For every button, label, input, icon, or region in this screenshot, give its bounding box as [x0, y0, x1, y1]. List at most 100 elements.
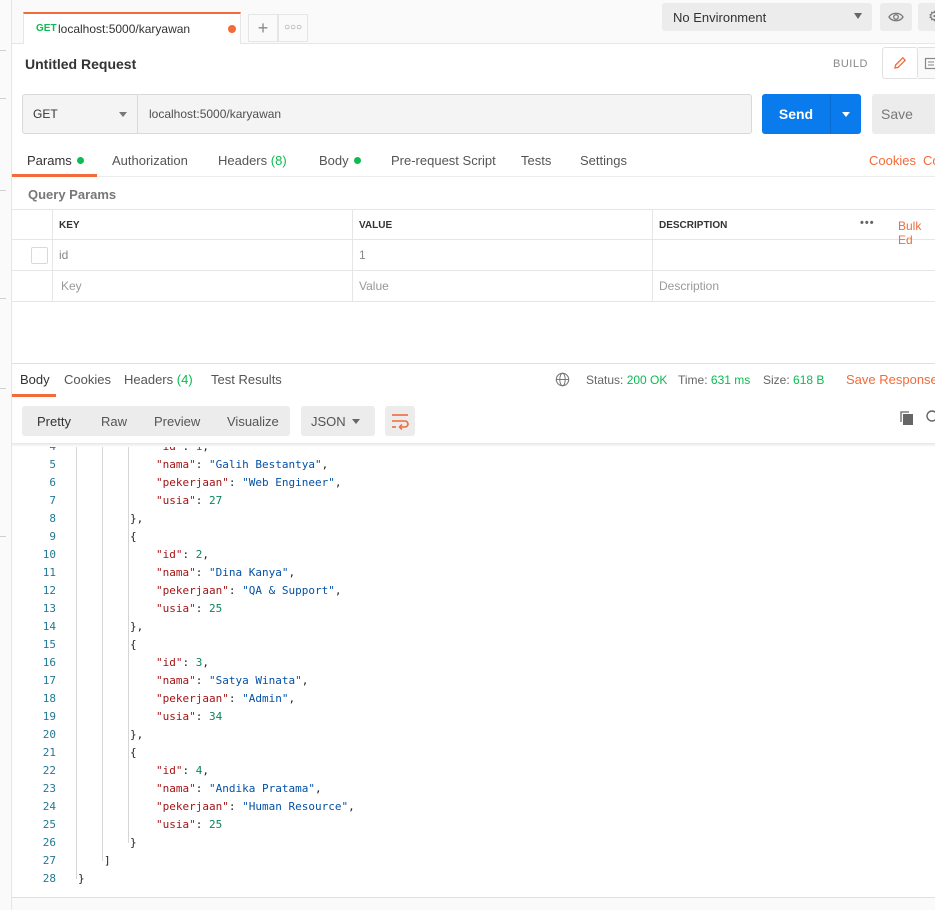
- view-visualize-button[interactable]: Visualize: [227, 414, 279, 429]
- json-string: "Galih Bestantya": [209, 458, 322, 471]
- time-value: 631 ms: [710, 373, 751, 387]
- param-enabled-checkbox[interactable]: [31, 247, 48, 264]
- json-key: "nama": [156, 566, 196, 579]
- json-punctuation: :: [195, 602, 209, 615]
- request-tab[interactable]: GET localhost:5000/karyawan: [23, 12, 241, 44]
- response-divider: [12, 363, 935, 364]
- view-preview-button[interactable]: Preview: [154, 414, 200, 429]
- response-size: Size: 618 B: [763, 373, 824, 387]
- code-text: "nama": "Andika Pratama",: [156, 780, 322, 798]
- code-text: },: [130, 618, 143, 636]
- line-number: 24: [42, 800, 56, 813]
- params-header-description: DESCRIPTION: [652, 210, 935, 241]
- line-number: 25: [42, 818, 56, 831]
- code-line: 4 "id": 1,: [12, 447, 935, 456]
- tab-body[interactable]: Body: [319, 153, 361, 168]
- response-tab-test-results[interactable]: Test Results: [211, 372, 282, 387]
- new-tab-button[interactable]: +: [248, 14, 278, 42]
- json-punctuation: :: [195, 674, 209, 687]
- json-punctuation: ,: [334, 476, 342, 489]
- json-key: "pekerjaan": [156, 476, 229, 489]
- param-key-placeholder[interactable]: Key: [52, 271, 353, 302]
- size-label: Size:: [763, 373, 790, 387]
- globe-icon[interactable]: [555, 372, 570, 387]
- edit-request-button[interactable]: [882, 47, 918, 79]
- environment-select[interactable]: No Environment: [662, 3, 872, 31]
- send-options-chevron-icon[interactable]: [842, 112, 850, 117]
- code-text: "pekerjaan": "Human Resource",: [156, 798, 355, 816]
- build-mode-label: BUILD: [833, 58, 868, 70]
- cookies-link[interactable]: Cookies: [869, 153, 916, 168]
- json-punctuation: }: [130, 836, 137, 849]
- search-icon[interactable]: [925, 410, 935, 426]
- line-number: 12: [42, 584, 56, 597]
- param-key-cell[interactable]: id: [52, 240, 353, 271]
- param-value-cell[interactable]: 1: [352, 240, 652, 271]
- json-punctuation: :: [195, 566, 209, 579]
- wrap-lines-button[interactable]: [385, 406, 415, 436]
- save-button[interactable]: Save: [872, 94, 935, 134]
- send-button[interactable]: Send: [762, 94, 861, 134]
- tab-prerequest-label: Pre-request Script: [391, 153, 496, 168]
- line-number: 18: [42, 692, 56, 705]
- view-raw-button[interactable]: Raw: [101, 414, 127, 429]
- strip-divider: [0, 388, 6, 389]
- code-text: }: [130, 834, 137, 852]
- code-text: "usia": 27: [156, 492, 222, 510]
- save-response-button[interactable]: Save Response: [846, 372, 935, 387]
- param-value-placeholder[interactable]: Value: [352, 271, 652, 302]
- line-number: 14: [42, 620, 56, 633]
- code-text: "pekerjaan": "Web Engineer",: [156, 474, 341, 492]
- code-line: 14},: [12, 618, 935, 636]
- line-number: 7: [49, 494, 56, 507]
- line-number: 17: [42, 674, 56, 687]
- format-select[interactable]: JSON: [301, 406, 375, 436]
- code-line: 7 "usia": 27: [12, 492, 935, 510]
- json-key: "nama": [156, 782, 196, 795]
- code-line: 17 "nama": "Satya Winata",: [12, 672, 935, 690]
- param-description-placeholder[interactable]: Description: [652, 271, 935, 302]
- line-number: 19: [42, 710, 56, 723]
- code-line: 25 "usia": 25: [12, 816, 935, 834]
- documentation-button[interactable]: [918, 47, 935, 79]
- copy-icon[interactable]: [899, 410, 915, 426]
- response-tab-cookies[interactable]: Cookies: [64, 372, 111, 387]
- save-label: Save: [881, 106, 913, 122]
- code-text: "id": 3,: [156, 654, 209, 672]
- tab-params[interactable]: Params: [27, 153, 84, 168]
- json-punctuation: ,: [202, 656, 209, 669]
- url-input[interactable]: [139, 95, 749, 133]
- param-description-cell[interactable]: [652, 240, 935, 271]
- response-tab-body[interactable]: Body: [20, 372, 50, 387]
- json-punctuation: :: [195, 818, 209, 831]
- json-punctuation: ,: [348, 800, 355, 813]
- tab-prerequest-script[interactable]: Pre-request Script: [391, 153, 496, 168]
- method-select[interactable]: GET: [23, 95, 138, 133]
- response-body-viewer[interactable]: 4 "id": 1, 5 "nama": "Galih Bestantya", 6 "pe…: [12, 447, 935, 892]
- chevron-down-icon: [119, 112, 127, 117]
- tab-authorization[interactable]: Authorization: [112, 153, 188, 168]
- code-text: {: [130, 636, 137, 654]
- active-response-tab-indicator: [12, 394, 56, 397]
- environment-quick-look-button[interactable]: [880, 3, 912, 31]
- code-line: 18 "pekerjaan": "Admin",: [12, 690, 935, 708]
- more-options-icon[interactable]: •••: [860, 217, 875, 229]
- wrap-lines-icon: [392, 414, 409, 430]
- code-link[interactable]: Co: [923, 153, 935, 168]
- view-pretty-button[interactable]: Pretty: [37, 414, 71, 429]
- line-number: 5: [49, 458, 56, 471]
- code-text: "usia": 34: [156, 708, 222, 726]
- tab-settings[interactable]: Settings: [580, 153, 627, 168]
- line-number: 16: [42, 656, 56, 669]
- method-selected: GET: [33, 107, 58, 121]
- more-tabs-button[interactable]: ○○○: [278, 14, 308, 42]
- response-tab-headers[interactable]: Headers (4): [124, 372, 193, 387]
- tab-tests[interactable]: Tests: [521, 153, 551, 168]
- request-title[interactable]: Untitled Request: [25, 56, 136, 72]
- tab-headers[interactable]: Headers (8): [218, 153, 287, 168]
- chevron-down-icon: [854, 13, 862, 19]
- json-punctuation: ,: [314, 782, 322, 795]
- manage-environments-button[interactable]: ⚙: [918, 3, 935, 31]
- code-line: 27]: [12, 852, 935, 870]
- json-punctuation: },: [130, 728, 144, 741]
